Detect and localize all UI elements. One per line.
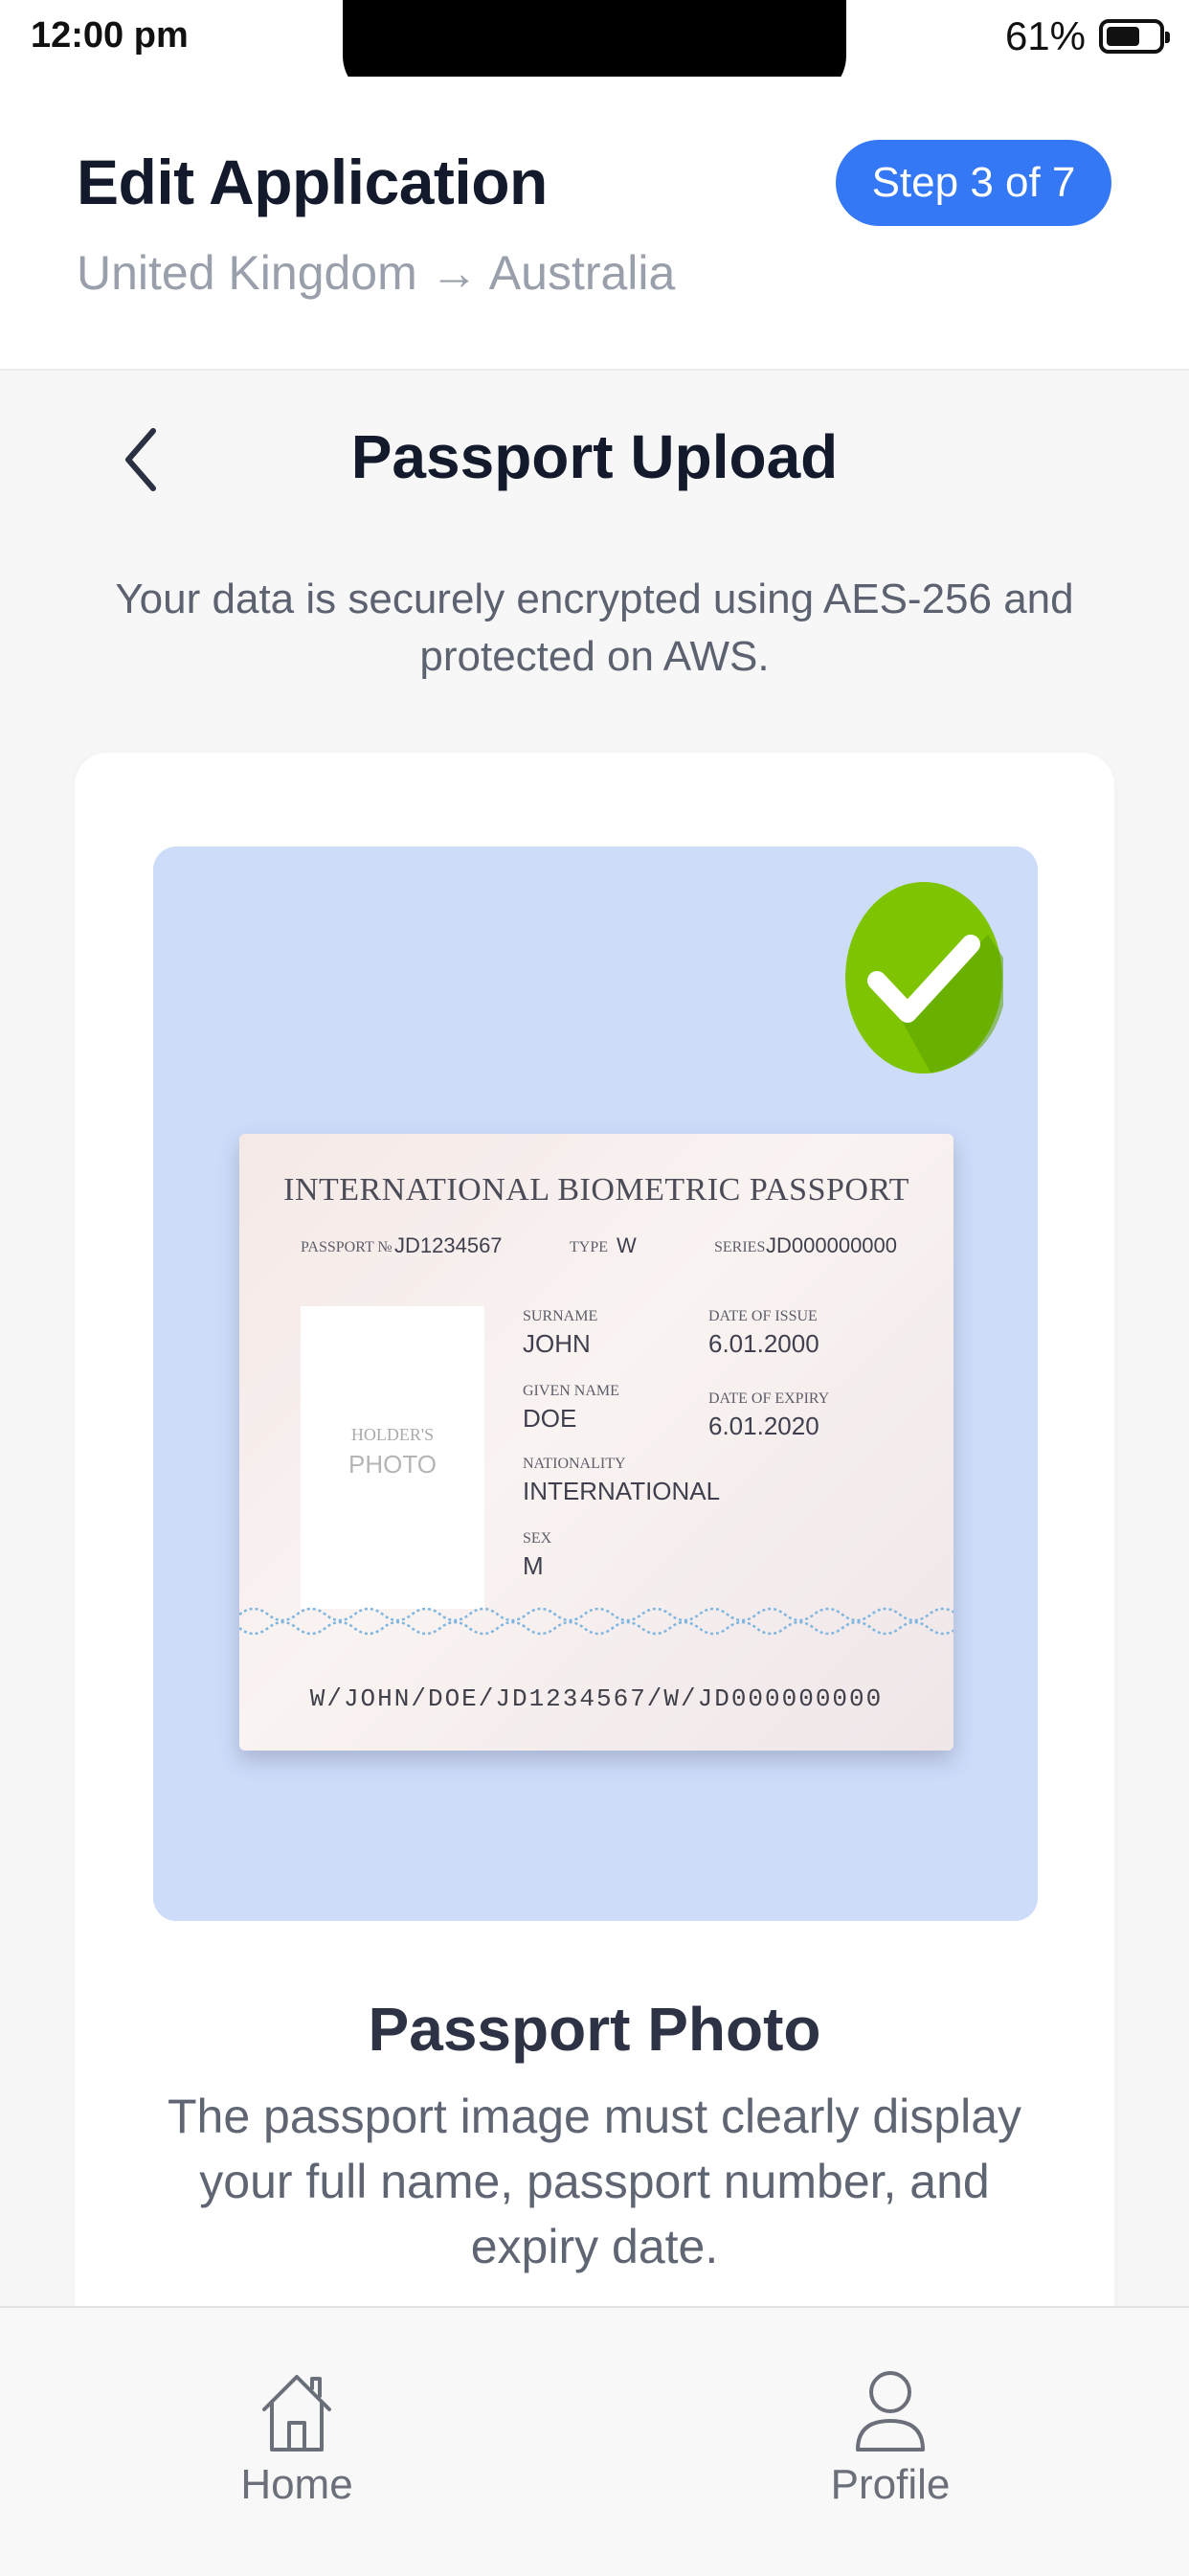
- holder-photo-placeholder: HOLDER'S PHOTO: [301, 1306, 484, 1609]
- given-name-value: DOE: [523, 1404, 577, 1433]
- tab-profile-label: Profile: [830, 2461, 951, 2508]
- passport-heading: INTERNATIONAL BIOMETRIC PASSPORT: [283, 1172, 909, 1208]
- sex-value: M: [523, 1551, 544, 1580]
- header-title: Edit Application: [77, 147, 548, 217]
- step-badge: Step 3 of 7: [836, 140, 1111, 226]
- home-icon: [262, 2375, 331, 2452]
- machine-readable-zone: W/JOHN/DOE/JD1234567/W/JD000000000: [309, 1684, 884, 1713]
- card-description: The passport image must clearly display …: [167, 2090, 1022, 2273]
- expiry-date-label: DATE OF EXPIRY: [708, 1390, 830, 1407]
- route-subtitle: United Kingdom → Australia: [77, 246, 676, 300]
- passport-upload-card: INTERNATIONAL BIOMETRIC PASSPORT PASSPOR…: [75, 753, 1114, 2381]
- card-title: Passport Photo: [368, 1995, 821, 2064]
- chevron-left-icon: [125, 428, 156, 491]
- photo-label-top: HOLDER'S: [350, 1425, 435, 1444]
- passport-no: JD1234567: [394, 1233, 503, 1257]
- sex-label: SEX: [523, 1530, 552, 1547]
- passport-no-label: PASSPORT №: [301, 1239, 393, 1255]
- passport-preview[interactable]: INTERNATIONAL BIOMETRIC PASSPORT PASSPOR…: [153, 847, 1038, 1921]
- app-header: Edit Application United Kingdom → Austra…: [0, 77, 1189, 371]
- tab-home[interactable]: Home: [182, 2365, 412, 2509]
- page-title: Passport Upload: [350, 422, 839, 491]
- passport-image: INTERNATIONAL BIOMETRIC PASSPORT PASSPOR…: [239, 1134, 953, 1751]
- tab-home-label: Home: [240, 2461, 353, 2508]
- surname-value: JOHN: [523, 1329, 591, 1358]
- given-name-label: GIVEN NAME: [523, 1383, 619, 1399]
- type-value: W: [617, 1233, 637, 1257]
- security-note: Your data is securely encrypted using AE…: [115, 576, 1074, 680]
- series-value: JD000000000: [766, 1233, 898, 1257]
- battery-percentage: 61%: [1004, 13, 1086, 58]
- bottom-tab-bar: Home Profile: [0, 2306, 1189, 2576]
- back-button[interactable]: [113, 421, 170, 498]
- person-icon: [856, 2371, 925, 2452]
- surname-label: SURNAME: [523, 1308, 598, 1324]
- issue-date-label: DATE OF ISSUE: [708, 1308, 818, 1324]
- photo-label-bottom: PHOTO: [348, 1450, 437, 1479]
- nationality-label: NATIONALITY: [523, 1456, 626, 1472]
- nationality-value: INTERNATIONAL: [523, 1477, 721, 1505]
- issue-date-value: 6.01.2000: [708, 1329, 819, 1358]
- series-label: SERIES: [714, 1239, 766, 1255]
- status-bar: 12:00 pm 61%: [0, 0, 1189, 100]
- checkmark-icon: [845, 882, 1003, 1073]
- tab-profile[interactable]: Profile: [775, 2365, 1005, 2509]
- battery-icon: [1099, 19, 1170, 54]
- guilloche-pattern: [239, 1607, 953, 1636]
- expiry-date-value: 6.01.2020: [708, 1412, 819, 1440]
- status-time: 12:00 pm: [31, 15, 189, 56]
- type-label: TYPE: [570, 1239, 608, 1255]
